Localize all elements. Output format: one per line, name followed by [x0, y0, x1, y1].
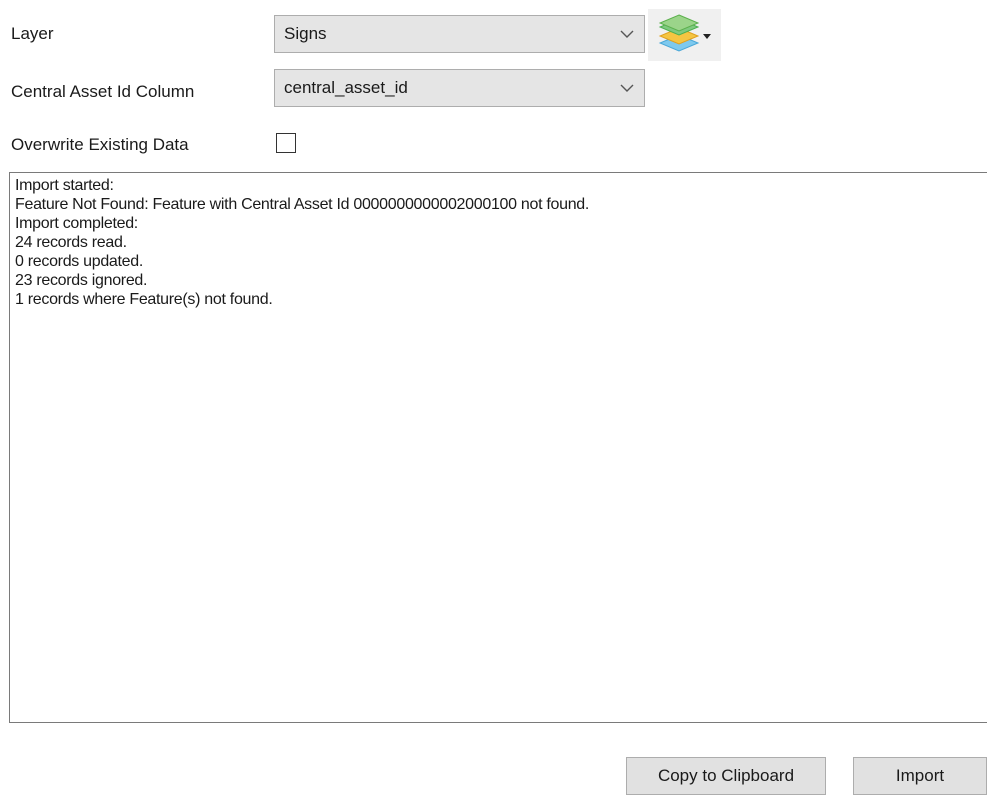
log-line: Feature Not Found: Feature with Central …: [15, 196, 590, 213]
overwrite-existing-data-label: Overwrite Existing Data: [11, 135, 189, 154]
log-line: Import started:: [15, 177, 114, 194]
central-asset-id-label: Central Asset Id Column: [11, 82, 195, 101]
import-log-textbox[interactable]: Import started: Feature Not Found: Featu…: [9, 172, 987, 723]
chevron-down-icon: [610, 16, 644, 52]
log-line: 23 records ignored.: [15, 272, 148, 289]
layers-icon: [658, 13, 700, 58]
central-asset-id-value: central_asset_id: [284, 78, 408, 97]
import-button[interactable]: Import: [853, 757, 987, 795]
log-line: 0 records updated.: [15, 253, 144, 270]
copy-to-clipboard-button[interactable]: Copy to Clipboard: [626, 757, 826, 795]
dropdown-arrow-icon: [703, 26, 711, 44]
layer-dropdown-value: Signs: [284, 24, 327, 43]
layer-label: Layer: [11, 24, 54, 43]
central-asset-id-dropdown[interactable]: central_asset_id: [274, 69, 645, 107]
log-line: 1 records where Feature(s) not found.: [15, 291, 273, 308]
overwrite-existing-data-checkbox[interactable]: [276, 133, 296, 153]
layer-menu-button[interactable]: [648, 9, 721, 61]
layer-dropdown[interactable]: Signs: [274, 15, 645, 53]
chevron-down-icon: [610, 70, 644, 106]
log-line: Import completed:: [15, 215, 138, 232]
log-line: 24 records read.: [15, 234, 127, 251]
